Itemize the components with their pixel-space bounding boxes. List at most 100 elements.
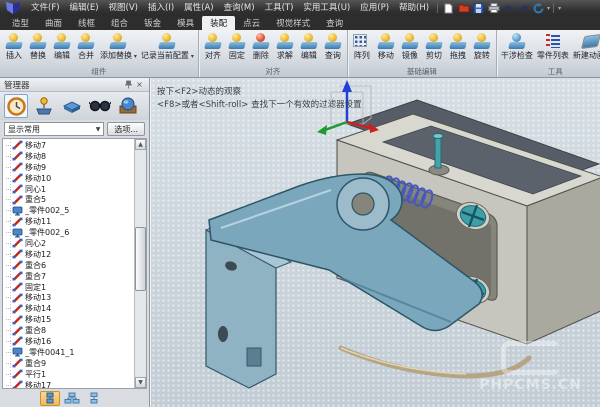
menu-item[interactable]: 编辑(E) [65, 0, 104, 16]
ribbon-button[interactable]: 移动 [374, 31, 398, 66]
ribbon-button[interactable]: 查询 [321, 31, 345, 66]
render-manager-icon[interactable] [116, 94, 140, 118]
scroll-up-icon[interactable]: ▲ [135, 139, 146, 150]
toolbar-overflow-caret[interactable]: ▾ [558, 5, 561, 12]
tree-item[interactable]: 同心2 [3, 238, 134, 249]
tree-item[interactable]: 移动15 [3, 314, 134, 325]
filter-dropdown[interactable]: 显示常用 ▼ [4, 122, 104, 136]
ribbon-button-icon [227, 33, 247, 49]
print-icon[interactable] [487, 2, 500, 14]
ribbon-button[interactable]: 对齐 [201, 31, 225, 66]
menu-item[interactable]: 文件(F) [26, 0, 65, 16]
ribbon-button[interactable]: 插入 [2, 31, 26, 66]
tree-item[interactable]: 移动14 [3, 303, 134, 314]
ribbon-tab-bar: 造型曲面线框组合钣金模具装配点云视觉样式查询 [0, 16, 600, 30]
tree-item[interactable]: 重合9 [3, 358, 134, 369]
ribbon-button[interactable]: 添加替换 [98, 31, 139, 66]
assembly-manager-icon[interactable] [32, 94, 56, 118]
ribbon-tab[interactable]: 钣金 [136, 16, 169, 30]
ribbon-group-label: 基础编辑 [350, 66, 494, 77]
tree-view-tab-2-icon[interactable] [62, 391, 82, 406]
tree-item[interactable]: 移动13 [3, 292, 134, 303]
ribbon-button[interactable]: 删除 [249, 31, 273, 66]
ribbon-tab[interactable]: 视觉样式 [268, 16, 318, 30]
ribbon-button[interactable]: 固定 [225, 31, 249, 66]
ribbon-button[interactable]: 镜像 [398, 31, 422, 66]
tree-item[interactable]: 移动17 [3, 380, 134, 388]
ribbon-button-label: 插入 [6, 51, 22, 60]
tree-item[interactable]: 平行1 [3, 369, 134, 380]
undo-icon[interactable] [502, 2, 515, 14]
tree-item[interactable]: 移动11 [3, 216, 134, 227]
tree-item[interactable]: 移动7 [3, 140, 134, 151]
ribbon-tab[interactable]: 点云 [235, 16, 268, 30]
ribbon-button[interactable]: 编辑 [297, 31, 321, 66]
ribbon-button[interactable]: 拖拽 [446, 31, 470, 66]
tree-item[interactable]: 移动10 [3, 173, 134, 184]
ribbon-button[interactable]: 阵列 [350, 31, 374, 66]
tree-item[interactable]: 移动16 [3, 336, 134, 347]
ribbon-button[interactable]: 合并 [74, 31, 98, 66]
solids-manager-icon[interactable] [60, 94, 84, 118]
ribbon-button[interactable]: 零件列表 [535, 31, 571, 66]
ribbon-tab[interactable]: 装配 [202, 16, 235, 30]
redo-icon[interactable] [517, 2, 530, 14]
menu-item[interactable]: 视图(V) [104, 0, 143, 16]
scroll-down-icon[interactable]: ▼ [135, 377, 146, 388]
refresh-icon[interactable] [532, 2, 545, 14]
ribbon-tab[interactable]: 曲面 [37, 16, 70, 30]
ribbon-tab[interactable]: 查询 [318, 16, 351, 30]
new-document-icon[interactable] [442, 2, 455, 14]
ribbon-tab[interactable]: 组合 [103, 16, 136, 30]
history-manager-icon[interactable] [4, 94, 28, 118]
ribbon-tab[interactable]: 造型 [4, 16, 37, 30]
tree-item[interactable]: 重合8 [3, 325, 134, 336]
ribbon-button-label: 旋转 [474, 51, 490, 60]
tree-item-icon [12, 151, 23, 161]
tree-item[interactable]: _零件002_5 [3, 205, 134, 216]
tree-item[interactable]: _零件002_6 [3, 227, 134, 238]
tree-view-tab-1-icon[interactable] [40, 391, 60, 406]
tree-item[interactable]: 移动12 [3, 249, 134, 260]
ribbon-tab[interactable]: 模具 [169, 16, 202, 30]
menu-item[interactable]: 插入(I) [143, 0, 179, 16]
menu-item[interactable]: 帮助(H) [394, 0, 434, 16]
tree-item[interactable]: 同心1 [3, 184, 134, 195]
tree-item[interactable]: 重合6 [3, 260, 134, 271]
open-icon[interactable] [457, 2, 470, 14]
tree-item[interactable]: 重合5 [3, 194, 134, 205]
tree-view-tab-3-icon[interactable] [84, 391, 104, 406]
ribbon-button[interactable]: 求解 [273, 31, 297, 66]
viewport-3d[interactable]: 按下<F2>动态的观察 <F8>或者<Shift-roll> 查找下一个有效的过… [150, 78, 600, 407]
tree-item[interactable]: 移动9 [3, 162, 134, 173]
tree-item[interactable]: _零件0041_1 [3, 347, 134, 358]
tree-item[interactable]: 重合7 [3, 271, 134, 282]
ribbon-button[interactable]: 干涉检查 [499, 31, 535, 66]
options-button[interactable]: 选项... [107, 122, 145, 136]
close-icon[interactable]: × [134, 79, 145, 90]
ribbon-button-label: 固定 [229, 51, 245, 60]
ribbon-tab[interactable]: 线框 [70, 16, 103, 30]
ribbon-button[interactable]: 剪切 [422, 31, 446, 66]
tree-item[interactable]: 移动8 [3, 151, 134, 162]
scrollbar-thumb[interactable] [135, 227, 146, 291]
ribbon-button[interactable]: 编辑 [50, 31, 74, 66]
menu-item[interactable]: 实用工具(U) [298, 0, 355, 16]
ribbon-button[interactable]: 记录当前配置 [139, 31, 196, 66]
ribbon-button-icon [76, 33, 96, 49]
ribbon-button[interactable]: 新建动画 [571, 31, 600, 66]
save-icon[interactable] [472, 2, 485, 14]
menu-item[interactable]: 工具(T) [260, 0, 299, 16]
menu-item[interactable]: 查询(M) [219, 0, 260, 16]
tree-item[interactable]: 固定1 [3, 282, 134, 293]
menu-item[interactable]: 应用(P) [355, 0, 394, 16]
ribbon-button[interactable]: 替换 [26, 31, 50, 66]
menu-item[interactable]: 属性(A) [179, 0, 218, 16]
refresh-dropdown-caret[interactable]: ▾ [547, 5, 550, 12]
visualize-manager-icon[interactable] [88, 94, 112, 118]
tree-scrollbar[interactable]: ▲ ▼ [134, 139, 146, 388]
ribbon-button[interactable]: 旋转 [470, 31, 494, 66]
ribbon-button-label: 查询 [325, 51, 341, 60]
tree-connector [6, 374, 11, 375]
pin-icon[interactable] [123, 79, 134, 90]
